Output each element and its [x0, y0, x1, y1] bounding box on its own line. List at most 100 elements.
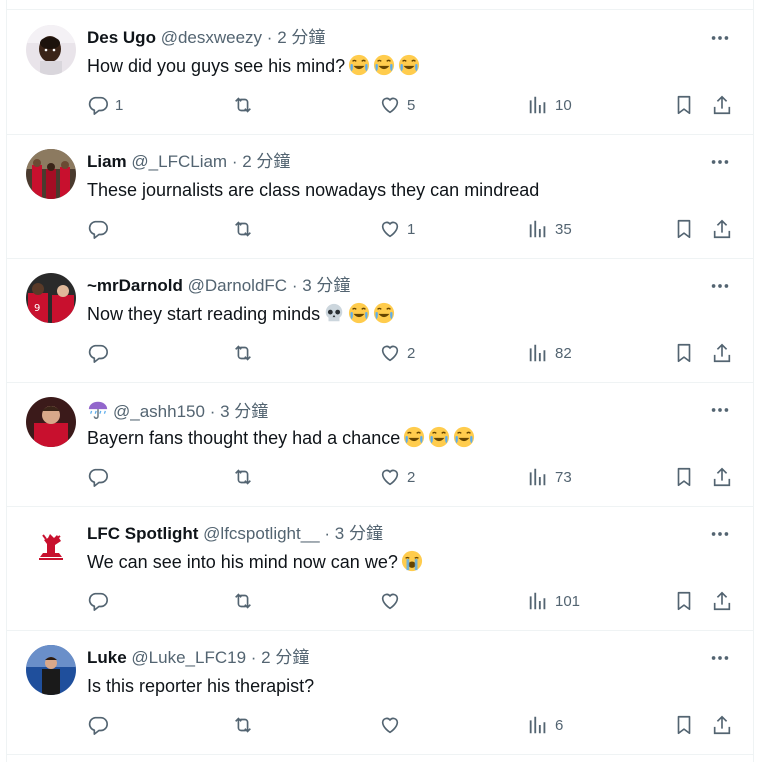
retweet-button[interactable] — [232, 465, 254, 489]
more-icon[interactable] — [709, 27, 731, 49]
username[interactable]: @Luke_LFC19 — [131, 648, 246, 667]
retweet-button[interactable] — [232, 217, 254, 241]
separator: · — [324, 524, 331, 543]
avatar[interactable] — [26, 149, 76, 199]
retweet-icon — [235, 593, 251, 609]
joy-emoji-icon — [454, 426, 475, 448]
tweet-header: Luke @Luke_LFC19 · 2 分鐘 — [87, 647, 309, 669]
like-count: 1 — [407, 220, 416, 238]
heart-icon — [381, 221, 399, 238]
reply-button[interactable] — [87, 217, 109, 241]
tweet-text: These journalists are class nowadays the… — [87, 180, 540, 200]
reply-button[interactable] — [87, 713, 109, 737]
more-icon[interactable] — [709, 647, 731, 669]
avatar[interactable] — [26, 25, 76, 75]
bookmark-icon — [677, 343, 691, 363]
views-icon — [529, 716, 546, 734]
reply-button[interactable] — [87, 341, 109, 365]
like-button[interactable] — [379, 589, 401, 613]
share-button[interactable] — [711, 713, 733, 737]
timestamp[interactable]: 2 分鐘 — [242, 152, 290, 171]
username[interactable]: @lfcspotlight__ — [203, 524, 320, 543]
tweet-text: We can see into his mind now can we? — [87, 550, 423, 574]
retweet-icon — [235, 221, 251, 237]
timestamp[interactable]: 3 分鐘 — [335, 524, 383, 543]
timestamp[interactable]: 2 分鐘 — [277, 28, 325, 47]
avatar[interactable] — [26, 397, 76, 447]
reply-icon — [88, 468, 108, 487]
username[interactable]: @DarnoldFC — [188, 276, 287, 295]
bookmark-icon — [677, 715, 691, 735]
retweet-button[interactable] — [232, 713, 254, 737]
retweet-button[interactable] — [232, 93, 254, 117]
like-button[interactable]: 2 — [379, 341, 415, 365]
retweet-button[interactable] — [232, 589, 254, 613]
share-button[interactable] — [711, 465, 733, 489]
separator: · — [266, 28, 273, 47]
username[interactable]: @_LFCLiam — [131, 152, 227, 171]
avatar[interactable]: 9 — [26, 273, 76, 323]
username[interactable]: @desxweezy — [161, 28, 262, 47]
bookmark-button[interactable] — [673, 465, 695, 489]
like-button[interactable] — [379, 713, 401, 737]
svg-text:9: 9 — [34, 303, 40, 314]
tweet-header: @_ashh150 · 3 分鐘 — [87, 399, 268, 423]
joy-emoji-icon — [429, 426, 450, 448]
tweet[interactable]: Luke @Luke_LFC19 · 2 分鐘 Is this reporter… — [7, 630, 753, 755]
views-button[interactable]: 10 — [527, 93, 572, 117]
views-button[interactable]: 73 — [527, 465, 572, 489]
action-bar: 2 82 — [87, 341, 737, 365]
retweet-button[interactable] — [232, 341, 254, 365]
share-button[interactable] — [711, 217, 733, 241]
share-icon — [713, 95, 731, 115]
views-button[interactable]: 101 — [527, 589, 580, 613]
bookmark-button[interactable] — [673, 341, 695, 365]
more-icon[interactable] — [709, 151, 731, 173]
tweet[interactable]: Liam @_LFCLiam · 2 分鐘 These journalists … — [7, 134, 753, 259]
more-icon[interactable] — [709, 399, 731, 421]
avatar[interactable] — [26, 521, 76, 571]
reply-button[interactable] — [87, 465, 109, 489]
loudly-crying-emoji-icon — [401, 550, 422, 572]
tweet[interactable]: LFC Spotlight @lfcspotlight__ · 3 分鐘 We … — [7, 506, 753, 631]
tweet-text: How did you guys see his mind? — [87, 54, 420, 78]
like-button[interactable]: 5 — [379, 93, 415, 117]
like-button[interactable]: 1 — [379, 217, 415, 241]
reply-button[interactable] — [87, 589, 109, 613]
tweet-header: LFC Spotlight @lfcspotlight__ · 3 分鐘 — [87, 523, 383, 545]
more-icon[interactable] — [709, 523, 731, 545]
tweet[interactable]: @_ashh150 · 3 分鐘 Bayern fans thought the… — [7, 382, 753, 507]
bookmark-button[interactable] — [673, 217, 695, 241]
bookmark-button[interactable] — [673, 713, 695, 737]
share-button[interactable] — [711, 589, 733, 613]
tweet[interactable]: 9 ~mrDarnold @DarnoldFC · 3 分鐘 Now they … — [7, 258, 753, 383]
like-button[interactable]: 2 — [379, 465, 415, 489]
display-name[interactable]: Liam — [87, 152, 127, 171]
username[interactable]: @_ashh150 — [113, 402, 205, 421]
reply-button[interactable]: 1 — [87, 93, 123, 117]
action-bar: 1 5 10 — [87, 93, 737, 117]
share-icon — [713, 219, 731, 239]
bookmark-button[interactable] — [673, 589, 695, 613]
display-name[interactable]: ~mrDarnold — [87, 276, 183, 295]
timestamp[interactable]: 3 分鐘 — [220, 402, 268, 421]
avatar[interactable] — [26, 645, 76, 695]
tweet-text-content: We can see into his mind now can we? — [87, 552, 398, 572]
views-button[interactable]: 82 — [527, 341, 572, 365]
timestamp[interactable]: 3 分鐘 — [302, 276, 350, 295]
tweet[interactable]: Des Ugo @desxweezy · 2 分鐘 How did you gu… — [7, 10, 753, 135]
joy-emoji-icon — [399, 54, 420, 76]
more-icon[interactable] — [709, 275, 731, 297]
share-icon — [713, 467, 731, 487]
views-button[interactable]: 6 — [527, 713, 563, 737]
share-button[interactable] — [711, 93, 733, 117]
views-button[interactable]: 35 — [527, 217, 572, 241]
display-name[interactable]: Luke — [87, 648, 127, 667]
view-count: 6 — [555, 716, 564, 734]
bookmark-button[interactable] — [673, 93, 695, 117]
display-name[interactable]: Des Ugo — [87, 28, 156, 47]
share-button[interactable] — [711, 341, 733, 365]
retweet-icon — [235, 345, 251, 361]
timestamp[interactable]: 2 分鐘 — [261, 648, 309, 667]
display-name[interactable]: LFC Spotlight — [87, 524, 198, 543]
